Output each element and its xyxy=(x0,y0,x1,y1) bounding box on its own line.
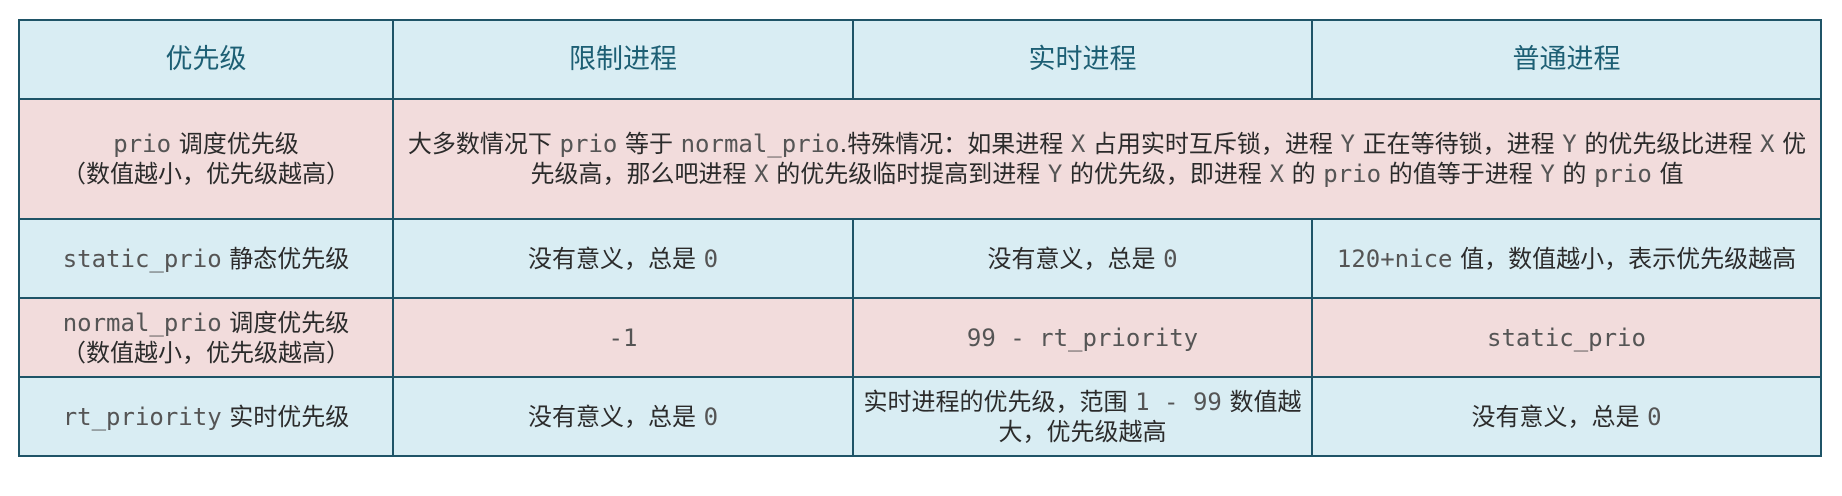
desc-text: 占用实时互斥锁，进程 xyxy=(1085,130,1341,158)
label-code: rt_priority xyxy=(62,402,222,431)
cell-code: -1 xyxy=(608,323,638,352)
cell-text: 没有意义，总是 xyxy=(527,402,704,431)
cell-code: 0 xyxy=(703,244,719,273)
label-note: （数值越小，优先级越高） xyxy=(62,160,350,188)
table-row-prio: prio 调度优先级 （数值越小，优先级越高） 大多数情况下 prio 等于 n… xyxy=(18,98,1822,220)
row-label-prio: prio 调度优先级 （数值越小，优先级越高） xyxy=(18,98,394,220)
desc-code: Y xyxy=(1540,160,1555,188)
desc-code: Y xyxy=(1047,160,1063,188)
label-text: 实时优先级 xyxy=(221,402,350,431)
row-label-static-prio: static_prio 静态优先级 xyxy=(18,218,394,299)
header-priority: 优先级 xyxy=(18,19,394,100)
prio-description-cell: 大多数情况下 prio 等于 normal_prio.特殊情况：如果进程 X 占… xyxy=(392,98,1822,220)
table-row-normal-prio: normal_prio 调度优先级 （数值越小，优先级越高） -1 99 - r… xyxy=(18,297,1822,378)
desc-code: X xyxy=(1269,160,1285,188)
desc-text: 的 xyxy=(1554,160,1595,188)
desc-code: Y xyxy=(1340,130,1355,158)
desc-code: X xyxy=(754,160,769,188)
header-limited-process: 限制进程 xyxy=(392,19,854,100)
label-code: normal_prio xyxy=(62,308,222,337)
row-label-rt-priority: rt_priority 实时优先级 xyxy=(18,376,394,457)
desc-code: prio xyxy=(559,130,618,158)
priority-table-container: 优先级 限制进程 实时进程 普通进程 prio 调度优先级 （数值越小，优先级越… xyxy=(18,19,1822,457)
cell-code: 0 xyxy=(703,402,719,431)
desc-text: 的值等于进程 xyxy=(1381,160,1541,188)
static-prio-limited-cell: 没有意义，总是 0 xyxy=(392,218,854,299)
desc-text: 的优先级比进程 xyxy=(1576,130,1760,158)
cell-code: 1 - 99 xyxy=(1135,387,1222,416)
priority-comparison-table: 优先级 限制进程 实时进程 普通进程 prio 调度优先级 （数值越小，优先级越… xyxy=(18,19,1822,457)
row-label-normal-prio: normal_prio 调度优先级 （数值越小，优先级越高） xyxy=(18,297,394,378)
desc-code: Y xyxy=(1562,130,1577,158)
desc-code: X xyxy=(1070,130,1086,158)
label-note: （数值越小，优先级越高） xyxy=(62,338,350,367)
cell-code: 0 xyxy=(1647,402,1662,431)
cell-text: 没有意义，总是 xyxy=(987,244,1164,273)
label-text: 调度优先级 xyxy=(171,130,299,158)
cell-text: 值，数值越小，表示优先级越高 xyxy=(1452,244,1797,273)
normal-prio-limited-cell: -1 xyxy=(392,297,854,378)
cell-text: 没有意义，总是 xyxy=(1471,402,1648,431)
cell-code: 120+nice xyxy=(1336,244,1453,273)
desc-text: 的优先级临时提高到进程 xyxy=(768,160,1048,188)
normal-prio-normal-cell: static_prio xyxy=(1311,297,1822,378)
desc-text: 值 xyxy=(1651,160,1684,188)
desc-code: normal_prio xyxy=(680,130,840,158)
label-text: 调度优先级 xyxy=(221,308,350,337)
label-code: static_prio xyxy=(62,244,222,273)
header-row: 优先级 限制进程 实时进程 普通进程 xyxy=(18,19,1822,100)
desc-text: 的优先级，即进程 xyxy=(1062,160,1270,188)
rt-priority-realtime-cell: 实时进程的优先级，范围 1 - 99 数值越大，优先级越高 xyxy=(852,376,1313,457)
rt-priority-limited-cell: 没有意义，总是 0 xyxy=(392,376,854,457)
cell-code: 0 xyxy=(1163,244,1178,273)
desc-text: 大多数情况下 xyxy=(407,130,560,158)
desc-text: .特殊情况：如果进程 xyxy=(839,130,1071,158)
table-row-static-prio: static_prio 静态优先级 没有意义，总是 0 没有意义，总是 0 12… xyxy=(18,218,1822,299)
desc-text: 的 xyxy=(1284,160,1324,188)
desc-code: prio xyxy=(1594,160,1652,188)
cell-code: 99 - rt_priority xyxy=(966,323,1199,352)
normal-prio-realtime-cell: 99 - rt_priority xyxy=(852,297,1313,378)
label-code: prio xyxy=(113,130,172,158)
rt-priority-normal-cell: 没有意义，总是 0 xyxy=(1311,376,1822,457)
desc-text: 等于 xyxy=(617,130,681,158)
desc-code: prio xyxy=(1323,160,1382,188)
static-prio-normal-cell: 120+nice 值，数值越小，表示优先级越高 xyxy=(1311,218,1822,299)
desc-text: 正在等待锁，进程 xyxy=(1355,130,1563,158)
desc-code: X xyxy=(1759,130,1775,158)
cell-text: 实时进程的优先级，范围 xyxy=(863,387,1136,416)
table-row-rt-priority: rt_priority 实时优先级 没有意义，总是 0 实时进程的优先级，范围 … xyxy=(18,376,1822,457)
cell-code: static_prio xyxy=(1487,323,1646,352)
prio-description: 大多数情况下 prio 等于 normal_prio.特殊情况：如果进程 X 占… xyxy=(408,130,1806,188)
static-prio-realtime-cell: 没有意义，总是 0 xyxy=(852,218,1313,299)
header-normal-process: 普通进程 xyxy=(1311,19,1822,100)
cell-text: 没有意义，总是 xyxy=(527,244,704,273)
header-realtime-process: 实时进程 xyxy=(852,19,1313,100)
label-text: 静态优先级 xyxy=(221,244,350,273)
